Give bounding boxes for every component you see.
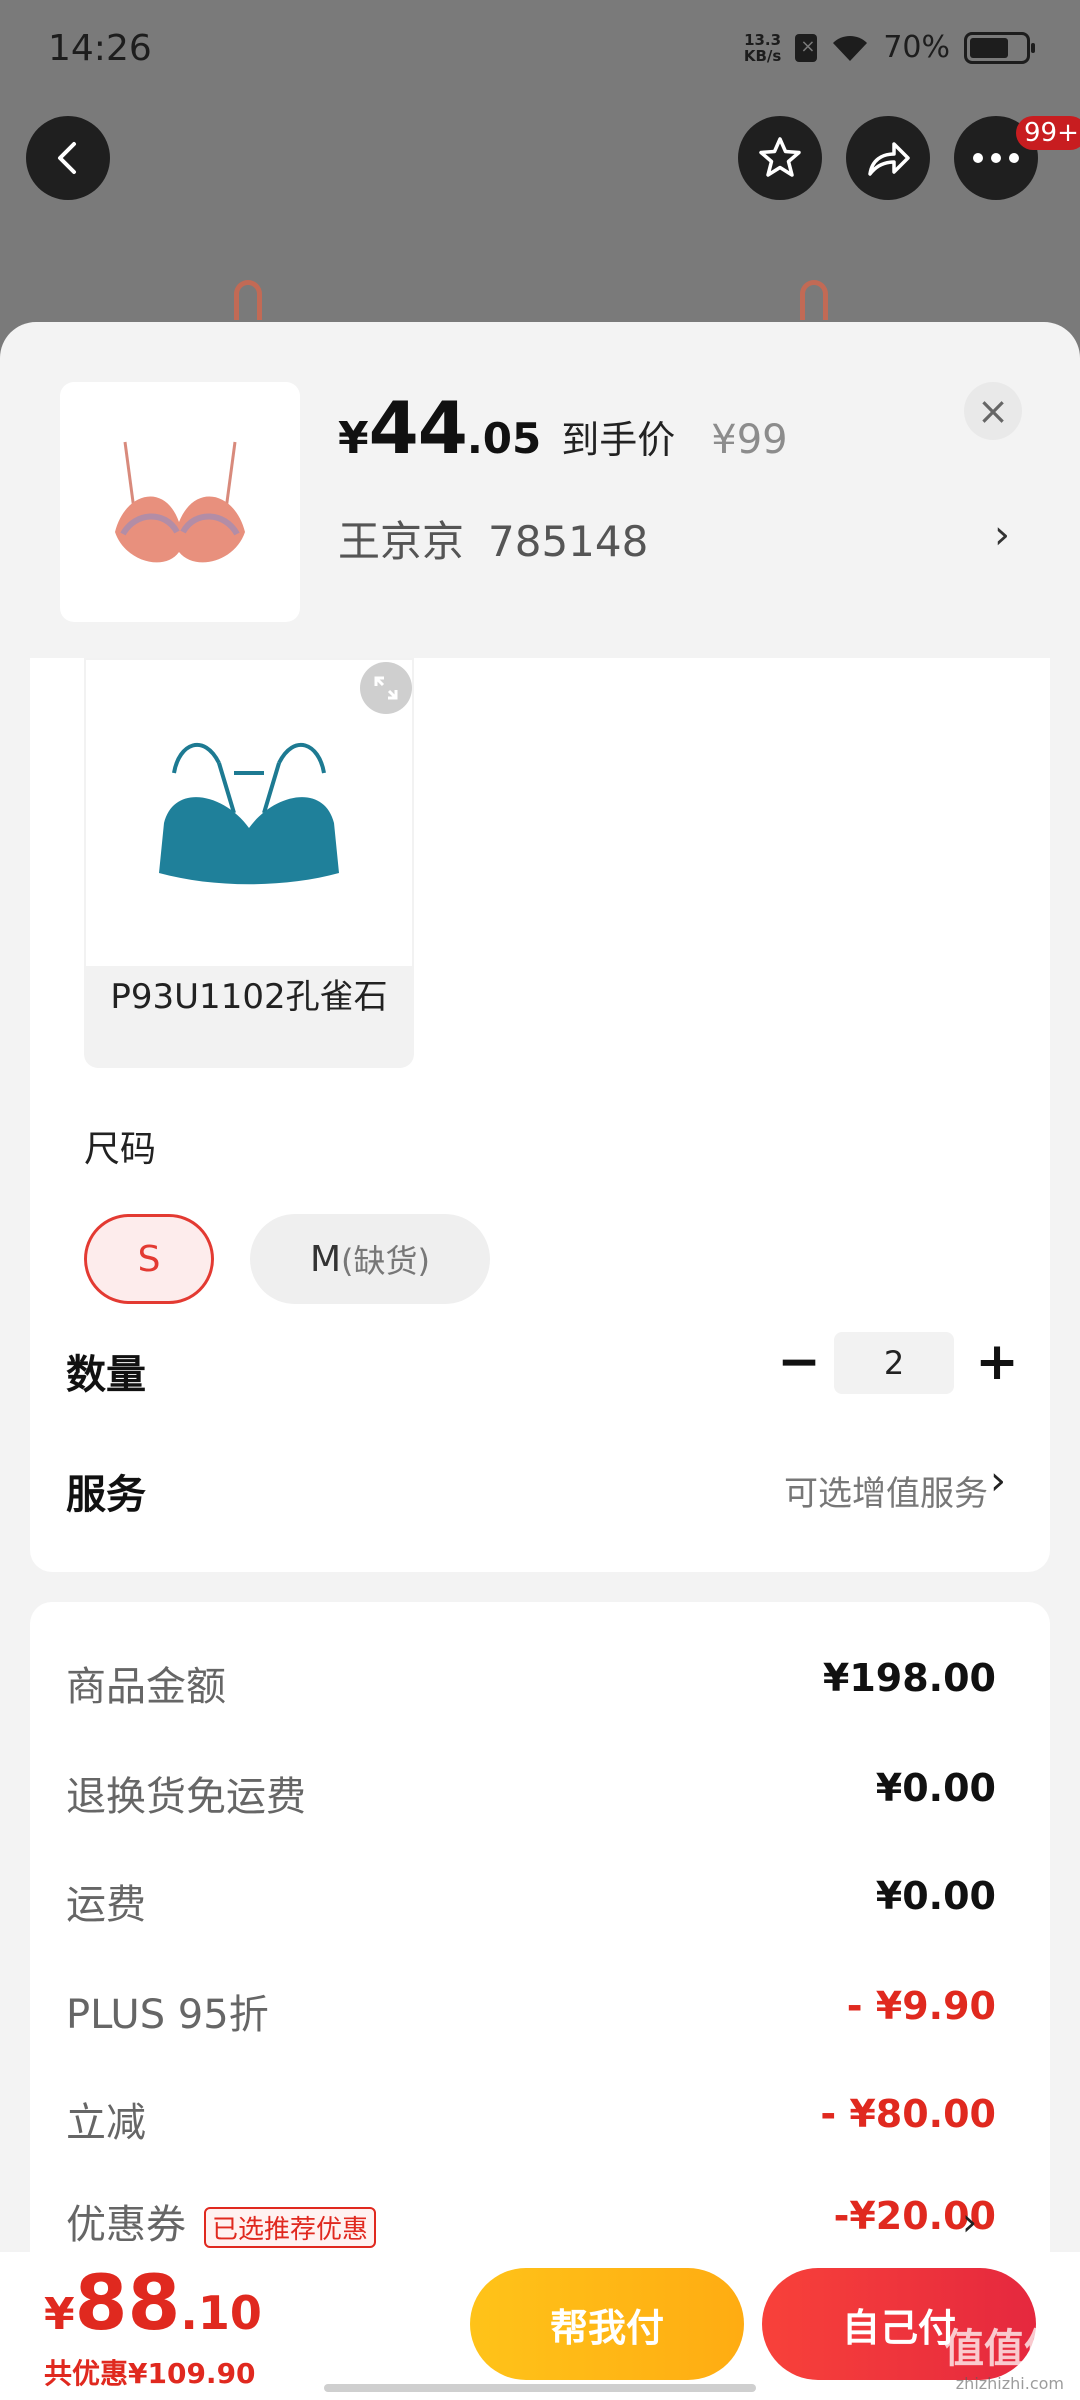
favorite-button[interactable]	[738, 116, 822, 200]
no-sim-icon	[795, 33, 818, 62]
price-integer: 44	[368, 386, 468, 470]
help-pay-button[interactable]: 帮我付	[470, 2268, 744, 2380]
coupon-row[interactable]: 优惠券 已选推荐优惠 -¥20.00	[66, 2192, 996, 2252]
total-currency: ¥	[44, 2289, 75, 2340]
quantity-decrease-button[interactable]: −	[774, 1334, 824, 1394]
battery-level	[970, 37, 1008, 58]
summary-row: PLUS 95折 - ¥9.90	[66, 1982, 996, 2042]
color-option-label: P93U1102孔雀石	[110, 977, 388, 1017]
summary-label: 运费	[66, 1882, 146, 1928]
home-indicator[interactable]	[324, 2384, 756, 2392]
summary-label: 退换货免运费	[66, 1774, 306, 1820]
back-arrow-icon	[58, 142, 76, 174]
seller-id: 785148	[488, 517, 649, 566]
options-card: P93U1102孔雀石 尺码 S M (缺货) 数量 − 2 + 服务 可选增值服…	[30, 658, 1050, 1572]
wifi-icon	[833, 35, 868, 61]
size-option-label: M	[309, 1238, 342, 1280]
price-row: ¥ 44 .05 到手价 ¥99	[338, 386, 788, 470]
price-currency: ¥	[338, 413, 369, 464]
status-icons: 13.3 KB/s 70%	[743, 30, 1035, 65]
quantity-label: 数量	[66, 1352, 146, 1398]
bra-product-image	[115, 441, 245, 563]
watermark: 值值值 zhizhizhi.com	[944, 2326, 1064, 2393]
checkout-bar: ¥ 88 .10 共优惠¥109.90 帮我付 自己付 值值值 zhizhizh…	[0, 2252, 1080, 2400]
expand-icon[interactable]	[360, 662, 412, 714]
size-option-m[interactable]: M (缺货)	[250, 1214, 490, 1304]
original-price: ¥99	[711, 417, 788, 463]
summary-row: 商品金额 ¥198.00	[66, 1654, 996, 1714]
close-button[interactable]: ×	[964, 382, 1022, 440]
status-time: 14:26	[48, 28, 152, 69]
quantity-input[interactable]: 2	[834, 1332, 954, 1394]
network-speed: 13.3 KB/s	[743, 30, 782, 65]
size-option-s[interactable]: S	[84, 1214, 214, 1304]
product-image-peek	[234, 280, 262, 320]
product-thumbnail[interactable]	[60, 382, 300, 622]
chevron-right-icon[interactable]: ›	[990, 1458, 1006, 1504]
service-value[interactable]: 可选增值服务	[784, 1466, 988, 1515]
summary-row: 运费 ¥0.00	[66, 1872, 996, 1932]
total-integer: 88	[74, 2258, 181, 2347]
star-icon	[759, 137, 801, 177]
sku-selector-sheet: ¥ 44 .05 到手价 ¥99 王京京 785148 › × P93U1102…	[0, 322, 1080, 2400]
share-icon	[868, 142, 910, 176]
teal-bra-image	[159, 742, 339, 885]
status-bar: 14:26 13.3 KB/s 70%	[0, 0, 1080, 100]
sheet-header: ¥ 44 .05 到手价 ¥99 王京京 785148 › ×	[0, 322, 1080, 658]
total-price: ¥ 88 .10	[44, 2258, 262, 2347]
summary-label: 优惠券 已选推荐优惠	[66, 2192, 377, 2250]
summary-label: 商品金额	[66, 1664, 226, 1710]
seller-row[interactable]: 王京京 785148	[338, 508, 648, 569]
battery-icon	[964, 31, 1035, 64]
summary-value: ¥198.00	[822, 1656, 996, 1700]
color-option-card[interactable]: P93U1102孔雀石	[84, 658, 414, 1068]
total-saving: 共优惠¥109.90	[44, 2357, 256, 2390]
summary-label: 立减	[66, 2100, 146, 2146]
summary-value: - ¥9.90	[846, 1984, 996, 2028]
back-button[interactable]	[26, 116, 110, 200]
share-button[interactable]	[846, 116, 930, 200]
summary-value: - ¥80.00	[820, 2092, 996, 2136]
price-decimal: .05	[466, 414, 542, 463]
summary-row: 立减 - ¥80.00	[66, 2090, 996, 2150]
chevron-right-icon[interactable]: ›	[962, 2200, 977, 2244]
summary-row: 退换货免运费 ¥0.00	[66, 1764, 996, 1824]
size-section-title: 尺码	[84, 1129, 157, 1170]
out-of-stock-note: (缺货)	[341, 1242, 431, 1280]
total-decimal: .10	[180, 2286, 262, 2340]
notification-badge: 99+	[1016, 116, 1080, 150]
summary-value: ¥0.00	[875, 1874, 996, 1918]
more-dots-icon	[973, 153, 1019, 163]
product-image-peek	[800, 280, 828, 320]
chevron-right-icon[interactable]: ›	[994, 512, 1010, 558]
seller-name: 王京京	[338, 517, 465, 566]
color-option-image	[84, 658, 414, 968]
coupon-tag: 已选推荐优惠	[204, 2206, 377, 2248]
service-label: 服务	[66, 1472, 146, 1518]
size-option-label: S	[137, 1238, 161, 1280]
summary-label: PLUS 95折	[66, 1992, 269, 2038]
summary-value: ¥0.00	[875, 1766, 996, 1810]
final-price-label: 到手价	[561, 418, 676, 462]
quantity-increase-button[interactable]: +	[972, 1334, 1022, 1394]
battery-percent: 70%	[883, 30, 950, 65]
